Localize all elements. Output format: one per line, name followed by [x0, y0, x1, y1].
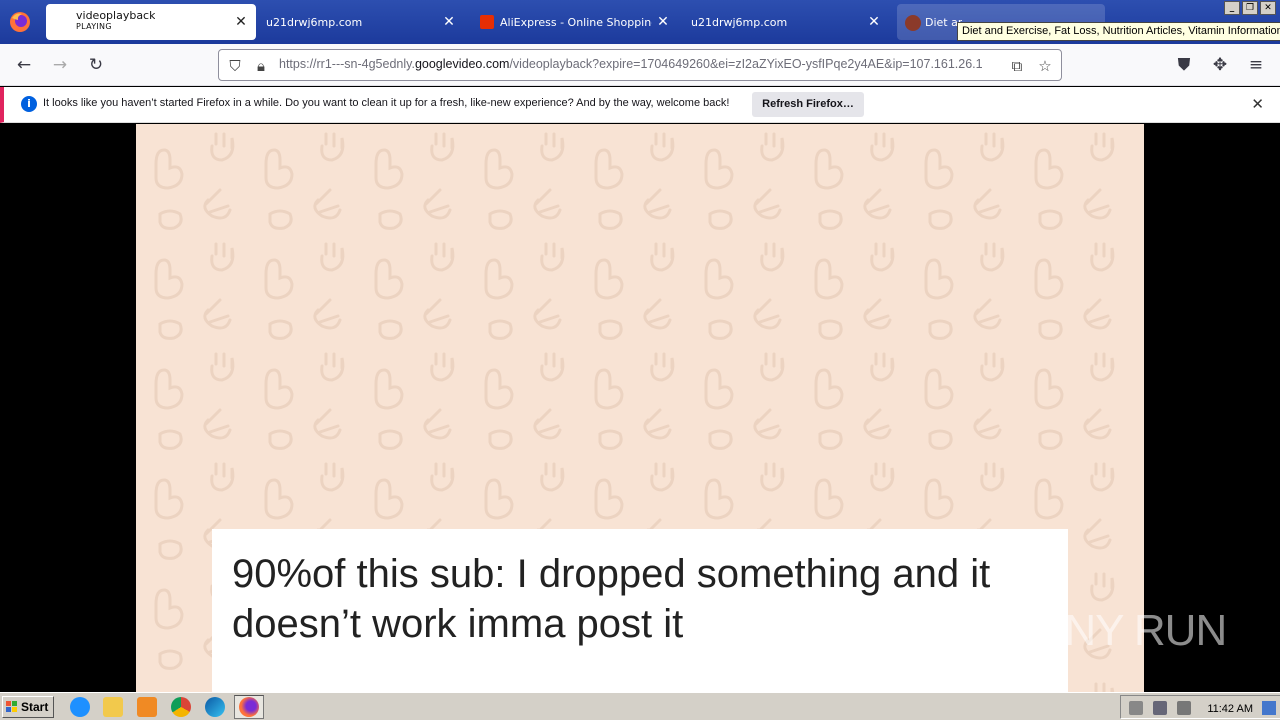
media-player-icon[interactable] — [137, 697, 157, 717]
site-favicon-icon — [905, 15, 921, 31]
tab-title: AliExpress - Online Shopping für — [500, 15, 652, 29]
extensions-icon[interactable]: ✥ — [1208, 53, 1232, 77]
tab-title: u21drwj6mp.com — [691, 15, 788, 29]
clock[interactable]: 11:42 AM — [1207, 703, 1253, 715]
close-notification-icon[interactable]: ✕ — [1251, 95, 1264, 113]
reload-icon[interactable]: ↻ — [84, 53, 108, 77]
firefox-icon[interactable] — [8, 10, 32, 34]
aliexpress-icon — [480, 15, 494, 29]
close-tab-icon[interactable]: ✕ — [232, 13, 250, 31]
notification-message: It looks like you haven’t started Firefo… — [43, 97, 730, 109]
url-prefix: https://rr1---sn-4g5ednly. — [279, 57, 415, 71]
firefox-taskbar-button[interactable] — [234, 695, 264, 719]
tab-bar: videoplayback PLAYING ✕ u21drwj6mp.com ✕… — [0, 0, 1280, 44]
volume-icon[interactable] — [1129, 701, 1143, 715]
tab-u21drwj6mp[interactable]: u21drwj6mp.com ✕ — [258, 4, 464, 40]
url-text[interactable]: https://rr1---sn-4g5ednly.googlevideo.co… — [279, 57, 999, 71]
meme-caption: 90%of this sub: I dropped something and … — [232, 549, 1052, 649]
picture-in-picture-icon[interactable]: ⧉ — [1007, 56, 1027, 76]
menu-hamburger-icon[interactable]: ≡ — [1244, 53, 1268, 77]
tab-videoplayback[interactable]: videoplayback PLAYING ✕ — [46, 4, 256, 40]
bookmark-star-icon[interactable]: ☆ — [1035, 56, 1055, 76]
info-icon: i — [21, 96, 37, 112]
back-arrow-icon[interactable]: ← — [12, 53, 36, 77]
forward-arrow-icon[interactable]: → — [48, 53, 72, 77]
caption-line-2: doesn’t work imma post it — [232, 602, 684, 646]
refresh-firefox-button[interactable]: Refresh Firefox… — [752, 92, 864, 117]
tab-tooltip: Diet and Exercise, Fat Loss, Nutrition A… — [957, 22, 1280, 41]
system-tray: 11:42 AM — [1120, 695, 1280, 719]
navigation-toolbar: ← → ↻ ⛉ 🔒︎ https://rr1---sn-4g5ednly.goo… — [0, 44, 1280, 86]
video-player[interactable]: 90%of this sub: I dropped something and … — [0, 124, 1280, 692]
close-tab-icon[interactable]: ✕ — [654, 13, 672, 31]
pocket-icon[interactable]: ⛊ — [1172, 53, 1196, 77]
start-label: Start — [21, 700, 49, 714]
caption-line-1: 90%of this sub: I dropped something and … — [232, 552, 991, 596]
lock-icon[interactable]: 🔒︎ — [251, 56, 271, 76]
window-controls: _ ❐ ✕ — [1224, 1, 1276, 15]
tab-title: u21drwj6mp.com — [266, 15, 363, 29]
internet-explorer-icon[interactable] — [70, 697, 90, 717]
file-explorer-icon[interactable] — [103, 697, 123, 717]
maximize-button[interactable]: ❐ — [1242, 1, 1258, 15]
url-bar[interactable]: ⛉ 🔒︎ https://rr1---sn-4g5ednly.googlevid… — [218, 49, 1062, 81]
edge-icon[interactable] — [205, 697, 225, 717]
show-desktop-icon[interactable] — [1262, 701, 1276, 715]
video-frame: 90%of this sub: I dropped something and … — [136, 124, 1144, 692]
watermark-text: ANY RUN — [1036, 606, 1227, 655]
action-center-flag-icon[interactable] — [1177, 701, 1191, 715]
meme-caption-box: 90%of this sub: I dropped something and … — [212, 529, 1068, 692]
close-tab-icon[interactable]: ✕ — [865, 13, 883, 31]
network-icon[interactable] — [1153, 701, 1167, 715]
tab-u21drwj6mp-2[interactable]: u21drwj6mp.com ✕ — [683, 4, 889, 40]
chrome-icon[interactable] — [171, 697, 191, 717]
anyrun-watermark: ANY RUN — [1036, 606, 1227, 656]
firefox-icon — [239, 697, 259, 717]
minimize-button[interactable]: _ — [1224, 1, 1240, 15]
windows-logo-icon — [6, 701, 17, 712]
url-host: googlevideo.com — [414, 57, 510, 71]
tracking-shield-icon[interactable]: ⛉ — [225, 56, 245, 76]
tab-playing-label: PLAYING — [76, 22, 112, 31]
close-tab-icon[interactable]: ✕ — [440, 13, 458, 31]
url-path: /videoplayback?expire=1704649260&ei=zI2a… — [509, 57, 983, 71]
windows-taskbar: Start 11:42 AM — [0, 692, 1280, 720]
tab-title: videoplayback — [76, 9, 156, 22]
close-window-button[interactable]: ✕ — [1260, 1, 1276, 15]
refresh-notification-bar: i It looks like you haven’t started Fire… — [0, 87, 1280, 123]
tab-aliexpress[interactable]: AliExpress - Online Shopping für ✕ — [472, 4, 678, 40]
start-button[interactable]: Start — [2, 696, 54, 718]
